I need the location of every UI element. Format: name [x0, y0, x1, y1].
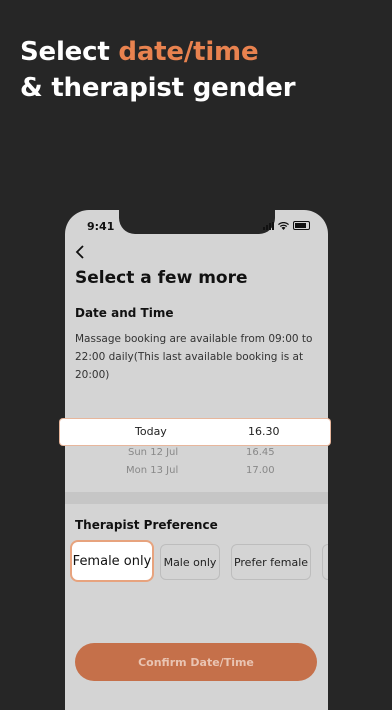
headline-plain: Select	[20, 37, 119, 67]
status-time: 9:41	[87, 220, 115, 233]
phone-screen: 9:41 Select a few more Date and Time Mas…	[65, 210, 328, 710]
selected-time: 16.30	[248, 425, 280, 438]
promo-headline: Select date/time & therapist gender	[20, 34, 380, 106]
picker-row[interactable]: Sun 12 Jul 16.45	[65, 445, 328, 463]
picker-time: 16.45	[246, 447, 275, 458]
picker-selected-row[interactable]: Today 16.30	[60, 419, 330, 445]
headline-line-2: & therapist gender	[20, 73, 296, 103]
picker-row[interactable]: Mon 13 Jul 17.00	[65, 463, 328, 481]
male-only-option[interactable]: Male only	[160, 544, 220, 580]
battery-icon	[293, 221, 310, 230]
confirm-date-time-button[interactable]: Confirm Date/Time	[75, 643, 317, 681]
chevron-left-icon[interactable]	[74, 245, 90, 261]
phone-notch	[119, 210, 275, 234]
section-divider	[65, 492, 328, 504]
selected-day: Today	[135, 425, 167, 438]
picker-day: Sun 12 Jul	[128, 447, 179, 458]
signal-icon	[263, 221, 274, 230]
therapist-preference-heading: Therapist Preference	[75, 518, 218, 532]
headline-line-1: Select date/time	[20, 34, 380, 70]
wifi-icon	[278, 221, 289, 230]
page-title: Select a few more	[75, 268, 248, 288]
more-options-chip[interactable]	[322, 544, 328, 580]
female-only-option[interactable]: Female only	[70, 540, 154, 582]
status-icons	[263, 221, 310, 230]
headline-accent: date/time	[118, 37, 259, 67]
date-time-heading: Date and Time	[75, 306, 174, 320]
picker-day: Mon 13 Jul	[126, 465, 179, 476]
prefer-female-option[interactable]: Prefer female	[231, 544, 311, 580]
picker-time: 17.00	[246, 465, 275, 476]
availability-description: Massage booking are available from 09:00…	[75, 333, 313, 381]
